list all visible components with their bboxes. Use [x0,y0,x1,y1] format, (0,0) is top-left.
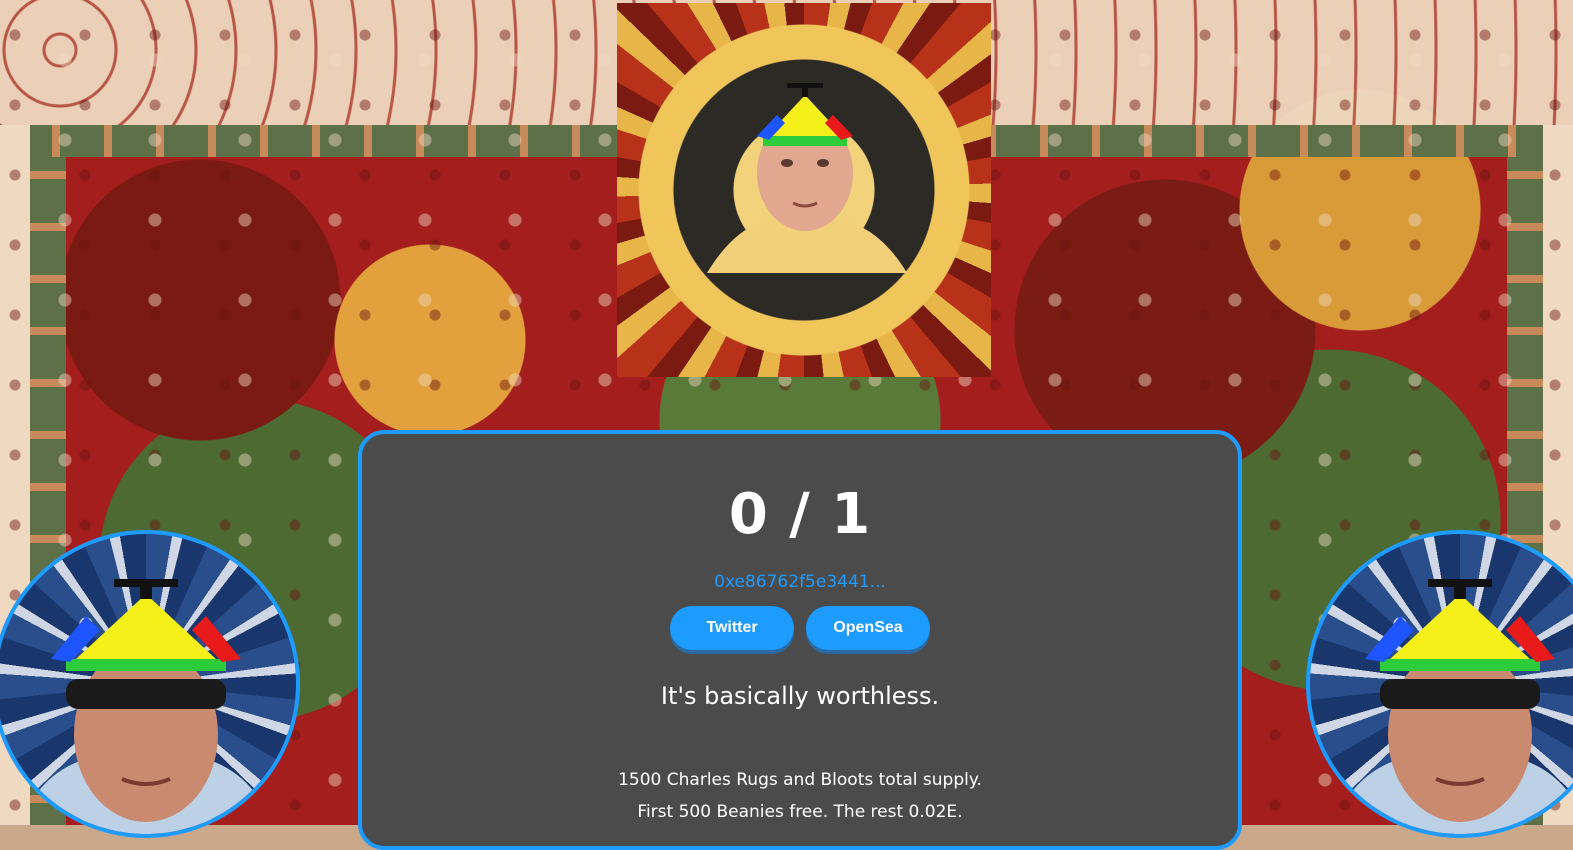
tagline: It's basically worthless. [660,682,940,710]
left-avatar [0,530,300,838]
supply-line: 1500 Charles Rugs and Bloots total suppl… [618,770,982,790]
mint-panel: 0 / 1 0xe86762f5e3441... Twitter OpenSea… [358,430,1242,850]
social-buttons: Twitter OpenSea [362,606,1238,650]
price-line: First 500 Beanies free. The rest 0.02E. [637,802,963,822]
sunglasses-beanie-portrait-icon [16,579,276,834]
wallet-address-link[interactable]: 0xe86762f5e3441... [362,570,1238,594]
sunglasses-beanie-portrait-icon [1330,579,1573,834]
supply-info: 1500 Charles Rugs and Bloots total suppl… [362,764,1238,828]
opensea-button[interactable]: OpenSea [806,606,930,650]
twitter-button[interactable]: Twitter [670,606,794,650]
right-avatar [1306,530,1573,838]
mint-count: 0 / 1 [728,482,872,547]
portrait-with-beanie-icon [707,83,907,273]
hero-rug-artwork [617,3,991,377]
